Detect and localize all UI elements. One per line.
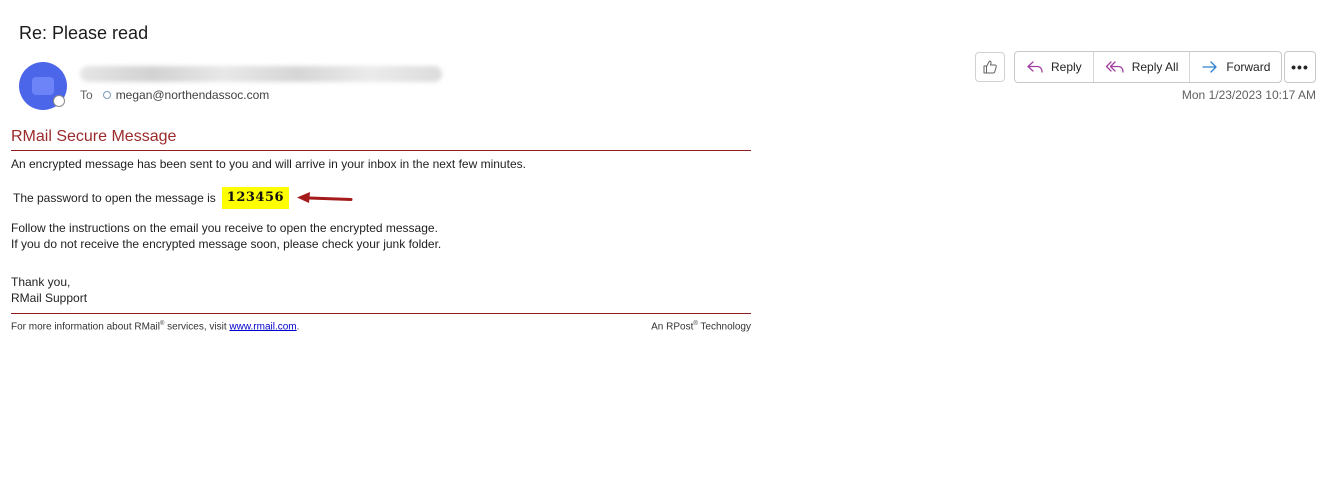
avatar-image [32, 77, 54, 95]
forward-label: Forward [1226, 60, 1271, 74]
reply-label: Reply [1051, 60, 1082, 74]
reply-all-label: Reply All [1131, 60, 1179, 74]
footer-info: For more information about RMail® servic… [11, 321, 299, 332]
thumbs-up-icon [983, 60, 997, 74]
password-row: The password to open the message is 1234… [13, 186, 751, 210]
more-ellipsis-icon: ••• [1291, 59, 1309, 75]
like-button[interactable] [975, 52, 1005, 82]
recipient-line: To megan@northendassoc.com [80, 88, 269, 102]
password-prefix: The password to open the message is [13, 191, 216, 205]
presence-status-icon [53, 95, 65, 107]
forward-arrow-icon [1202, 61, 1218, 73]
recipient-address[interactable]: megan@northendassoc.com [116, 88, 270, 102]
rmail-message: RMail Secure Message An encrypted messag… [11, 128, 751, 332]
message-actions: Reply Reply All Forward [1014, 51, 1283, 83]
more-actions-button[interactable]: ••• [1284, 51, 1316, 83]
to-label: To [80, 88, 93, 102]
junk-folder-line: If you do not receive the encrypted mess… [11, 237, 442, 251]
signoff-support: RMail Support [11, 291, 88, 305]
email-subject: Re: Please read [19, 23, 149, 43]
forward-button[interactable]: Forward [1190, 52, 1281, 82]
reply-all-icon [1105, 61, 1124, 73]
password-code[interactable]: 123456 [221, 187, 290, 209]
instructions-line: Follow the instructions on the email you… [11, 221, 438, 235]
recipient-presence-icon [102, 91, 111, 99]
reply-button[interactable]: Reply [1015, 52, 1094, 82]
sender-name-redacted[interactable] [80, 66, 442, 82]
footer-info-end: . [296, 321, 300, 333]
footer-technology: An RPost® Technology [651, 321, 751, 332]
footer-info-text-2: services, visit [164, 321, 230, 333]
rmail-body: An encrypted message has been sent to yo… [11, 156, 751, 306]
signoff-thanks: Thank you, [11, 275, 71, 289]
rmail-title: RMail Secure Message [11, 128, 751, 151]
footer-tech-text: An RPost [651, 321, 694, 333]
footer-info-text: For more information about RMail [11, 321, 160, 333]
rmail-footer: For more information about RMail® servic… [11, 313, 751, 332]
footer-tech-text-2: Technology [697, 321, 751, 333]
encrypted-notice: An encrypted message has been sent to yo… [11, 157, 526, 171]
rmail-website-link[interactable]: www.rmail.com [229, 321, 296, 332]
reply-all-button[interactable]: Reply All [1094, 52, 1191, 82]
received-date: Mon 1/23/2023 10:17 AM [1181, 88, 1316, 102]
red-arrow-icon [297, 192, 353, 203]
reply-icon [1027, 61, 1043, 73]
